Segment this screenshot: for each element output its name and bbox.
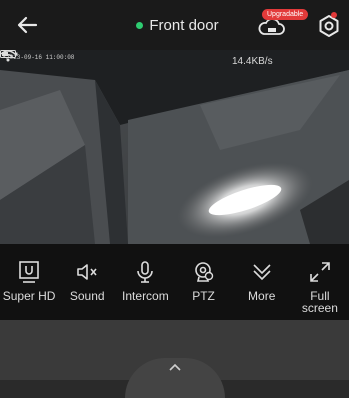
intercom-label: Intercom (122, 289, 169, 303)
fullscreen-icon (310, 262, 330, 282)
top-bar (0, 0, 349, 50)
live-video-feed[interactable]: 2023-09-16 11:00:08 14.4KB/s (0, 50, 349, 244)
more-label: More (248, 289, 276, 303)
back-arrow-icon[interactable] (14, 12, 42, 38)
super-hd-label: Super HD (2, 289, 56, 303)
sound-muted-icon (77, 264, 97, 280)
full-screen-button[interactable]: Full screen (291, 244, 349, 320)
battery-icon (0, 50, 18, 58)
camera-scene (0, 50, 349, 244)
ptz-icon (194, 262, 213, 282)
bitrate-readout: 14.4KB/s (232, 56, 273, 67)
chevron-up-icon[interactable] (166, 360, 184, 374)
super-hd-button[interactable]: Super HD (0, 244, 58, 320)
hd-quality-icon (19, 261, 39, 283)
more-button[interactable]: More (233, 244, 291, 320)
settings-icon[interactable] (317, 14, 341, 38)
more-chevron-icon (253, 264, 271, 281)
notification-dot (331, 12, 337, 18)
control-bar: Super HD Sound Intercom PTZ More Full sc… (0, 244, 349, 320)
sound-button[interactable]: Sound (58, 244, 116, 320)
full-screen-label: Full screen (301, 289, 338, 315)
ptz-button[interactable]: PTZ (174, 244, 232, 320)
ptz-label: PTZ (192, 289, 215, 303)
sound-label: Sound (69, 289, 105, 303)
intercom-button[interactable]: Intercom (116, 244, 174, 320)
upgradable-badge[interactable]: Upgradable (262, 9, 309, 20)
microphone-icon (137, 261, 154, 283)
